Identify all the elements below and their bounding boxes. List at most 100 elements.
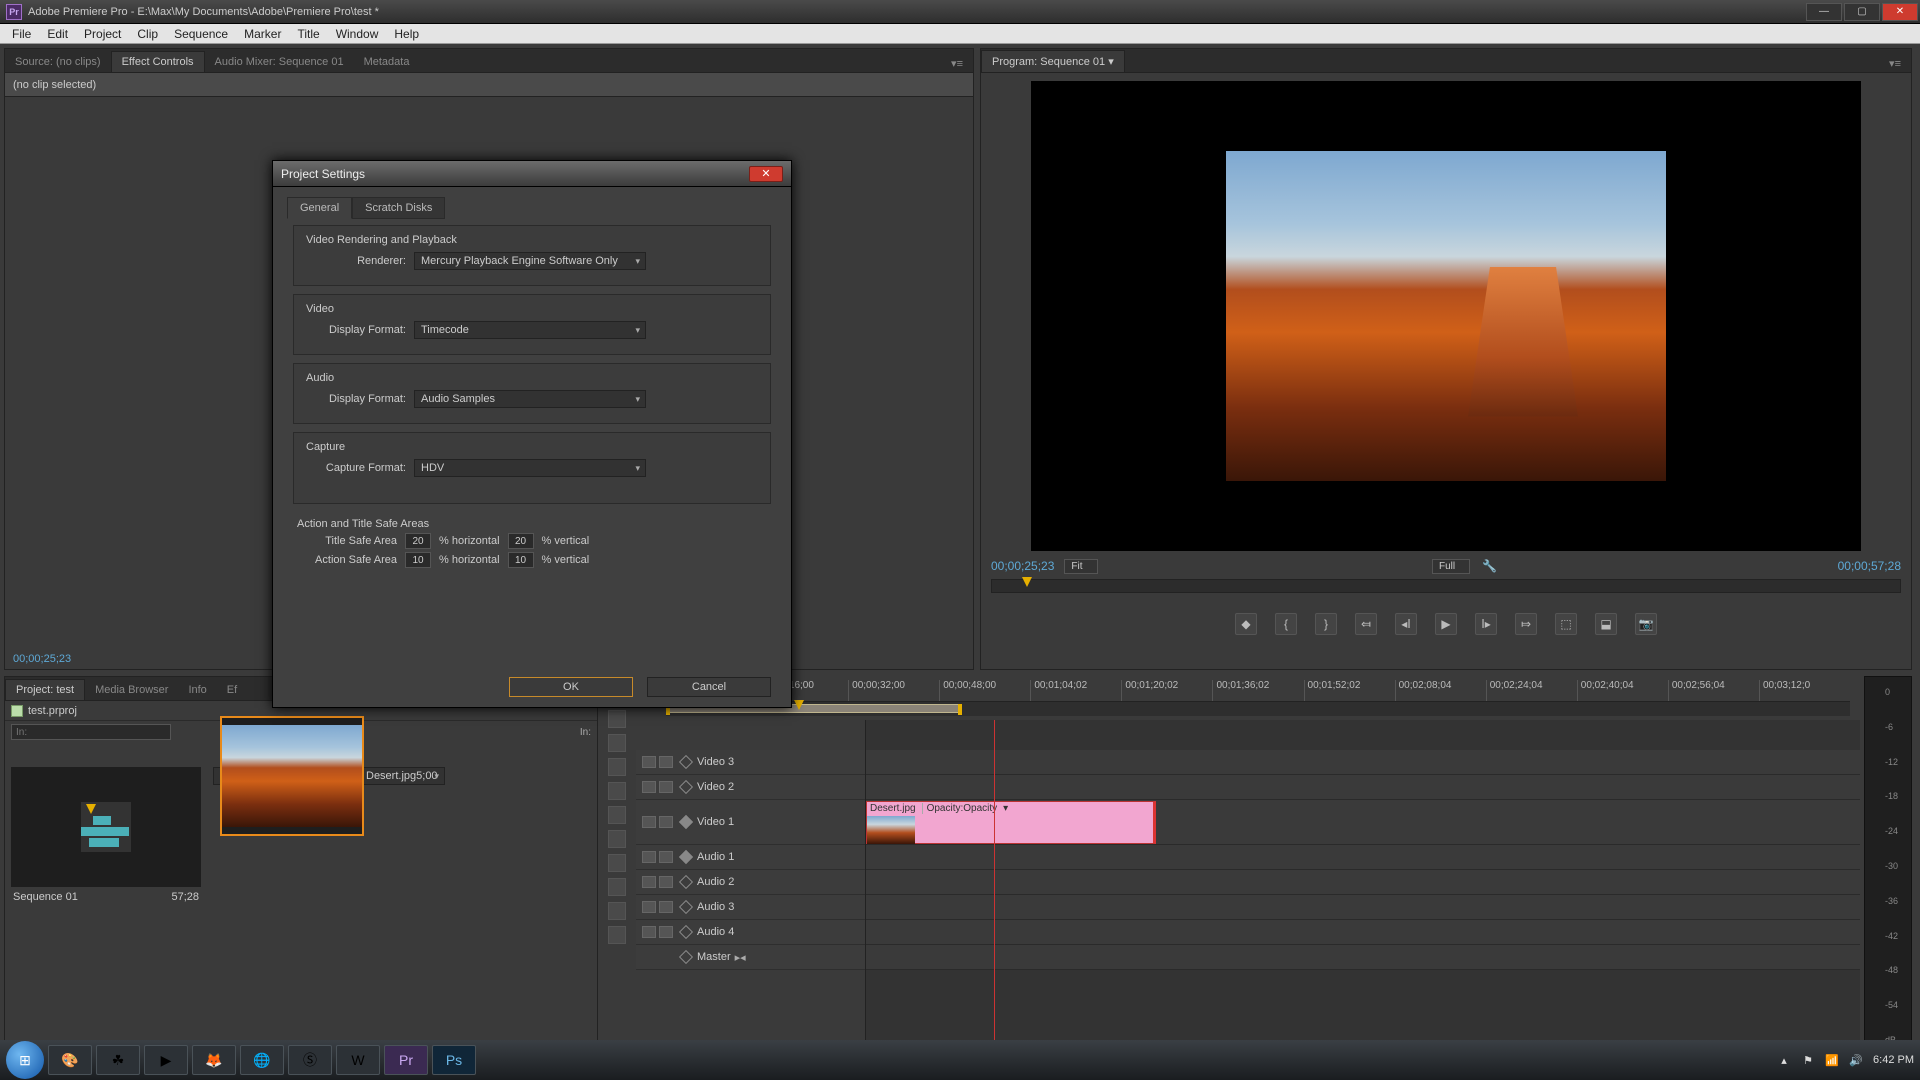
track-lane[interactable]: [866, 870, 1860, 895]
dialog-close-button[interactable]: ✕: [749, 166, 783, 182]
menu-window[interactable]: Window: [328, 25, 387, 43]
menu-sequence[interactable]: Sequence: [166, 25, 236, 43]
eye-icon[interactable]: [642, 816, 656, 828]
tray-network-icon[interactable]: 📶: [1825, 1053, 1839, 1067]
lift-button[interactable]: ⬚: [1555, 613, 1577, 635]
tab-project[interactable]: Project: test: [5, 679, 85, 700]
quality-select[interactable]: Full: [1432, 559, 1470, 574]
panel-menu-icon[interactable]: ▾≡: [947, 55, 967, 72]
menu-edit[interactable]: Edit: [39, 25, 76, 43]
tab-source[interactable]: Source: (no clips): [5, 52, 111, 72]
speaker-icon[interactable]: [642, 926, 656, 938]
tab-media-browser[interactable]: Media Browser: [85, 680, 178, 700]
tray-hidden-icons-button[interactable]: ▴: [1777, 1053, 1791, 1067]
capture-format-select[interactable]: HDV: [414, 459, 646, 477]
ok-button[interactable]: OK: [509, 677, 633, 697]
speaker-icon[interactable]: [642, 876, 656, 888]
menu-clip[interactable]: Clip: [129, 25, 166, 43]
go-to-in-button[interactable]: ⤆: [1355, 613, 1377, 635]
razor-tool[interactable]: [608, 806, 626, 824]
title-safe-h-input[interactable]: [405, 533, 431, 549]
audio-track-header[interactable]: Audio 3: [636, 895, 865, 920]
tab-effects[interactable]: Ef: [217, 680, 247, 700]
tray-flag-icon[interactable]: ⚑: [1801, 1053, 1815, 1067]
dialog-tab-general[interactable]: General: [287, 197, 352, 219]
eye-icon[interactable]: [642, 781, 656, 793]
speaker-icon[interactable]: [642, 851, 656, 863]
lock-icon[interactable]: [659, 876, 673, 888]
lock-icon[interactable]: [659, 901, 673, 913]
track-select-tool[interactable]: [608, 710, 626, 728]
lock-icon[interactable]: [659, 851, 673, 863]
extract-button[interactable]: ⬓: [1595, 613, 1617, 635]
add-marker-button[interactable]: ◆: [1235, 613, 1257, 635]
audio-track-header[interactable]: Audio 1: [636, 845, 865, 870]
pen-tool[interactable]: [608, 878, 626, 896]
window-close-button[interactable]: ✕: [1882, 3, 1918, 21]
panel-menu-icon[interactable]: ▾≡: [1885, 55, 1905, 72]
program-playhead-icon[interactable]: [1022, 577, 1032, 587]
rolling-edit-tool[interactable]: [608, 758, 626, 776]
title-safe-v-input[interactable]: [508, 533, 534, 549]
step-forward-button[interactable]: Ⅰ▸: [1475, 613, 1497, 635]
window-maximize-button[interactable]: ▢: [1844, 3, 1880, 21]
project-item-image[interactable]: Desert.jpg5;00: [213, 767, 445, 785]
project-search-input[interactable]: [11, 724, 171, 740]
tray-volume-icon[interactable]: 🔊: [1849, 1053, 1863, 1067]
timeline-clip[interactable]: Desert.jpgOpacity:Opacity▾: [866, 801, 1156, 844]
audio-track-header[interactable]: Audio 2: [636, 870, 865, 895]
disclosure-icon[interactable]: [679, 815, 693, 829]
menu-marker[interactable]: Marker: [236, 25, 289, 43]
eye-icon[interactable]: [642, 756, 656, 768]
play-button[interactable]: ▶: [1435, 613, 1457, 635]
track-lane[interactable]: [866, 920, 1860, 945]
lock-icon[interactable]: [659, 756, 673, 768]
taskbar-app[interactable]: Pr: [384, 1045, 428, 1075]
taskbar-app[interactable]: W: [336, 1045, 380, 1075]
program-timecode-duration[interactable]: 00;00;57;28: [1838, 559, 1901, 573]
master-track-header[interactable]: Master▸◂: [636, 945, 865, 970]
hand-tool[interactable]: [608, 902, 626, 920]
taskbar-app[interactable]: ☘: [96, 1045, 140, 1075]
mark-in-button[interactable]: {: [1275, 613, 1297, 635]
program-viewport[interactable]: [1031, 81, 1861, 551]
start-button[interactable]: ⊞: [6, 1041, 44, 1079]
track-lane[interactable]: [866, 895, 1860, 920]
lock-icon[interactable]: [659, 781, 673, 793]
work-area-bar[interactable]: [666, 702, 1850, 716]
go-to-out-button[interactable]: ⤇: [1515, 613, 1537, 635]
cancel-button[interactable]: Cancel: [647, 677, 771, 697]
disclosure-icon[interactable]: [679, 950, 693, 964]
disclosure-icon[interactable]: [679, 850, 693, 864]
source-timecode[interactable]: 00;00;25;23: [13, 653, 71, 665]
disclosure-icon[interactable]: [679, 780, 693, 794]
video-track-header[interactable]: Video 2: [636, 775, 865, 800]
zoom-tool[interactable]: [608, 926, 626, 944]
tab-audio-mixer[interactable]: Audio Mixer: Sequence 01: [205, 52, 354, 72]
rate-stretch-tool[interactable]: [608, 782, 626, 800]
taskbar-app[interactable]: 🎨: [48, 1045, 92, 1075]
track-lane[interactable]: [866, 945, 1860, 970]
disclosure-icon[interactable]: [679, 925, 693, 939]
slip-tool[interactable]: [608, 830, 626, 848]
step-back-button[interactable]: ◂Ⅰ: [1395, 613, 1417, 635]
speaker-icon[interactable]: [642, 901, 656, 913]
tab-program[interactable]: Program: Sequence 01 ▾: [981, 50, 1125, 72]
taskbar-app[interactable]: ▶: [144, 1045, 188, 1075]
tray-clock[interactable]: 6:42 PM: [1873, 1054, 1914, 1066]
clip-fx-menu-icon[interactable]: ▾: [1003, 803, 1008, 814]
audio-track-header[interactable]: Audio 4: [636, 920, 865, 945]
track-lane[interactable]: [866, 775, 1860, 800]
timeline-tracks-area[interactable]: Desert.jpgOpacity:Opacity▾: [866, 720, 1860, 1052]
ripple-edit-tool[interactable]: [608, 734, 626, 752]
tab-metadata[interactable]: Metadata: [354, 52, 420, 72]
video-format-select[interactable]: Timecode: [414, 321, 646, 339]
disclosure-icon[interactable]: [679, 755, 693, 769]
disclosure-icon[interactable]: [679, 875, 693, 889]
timeline-ruler[interactable]: 00;00 00;00;16;00 00;00;32;00 00;00;48;0…: [666, 680, 1850, 702]
taskbar-app[interactable]: Ⓢ: [288, 1045, 332, 1075]
track-lane[interactable]: Desert.jpgOpacity:Opacity▾: [866, 800, 1860, 845]
track-lane[interactable]: [866, 845, 1860, 870]
menu-project[interactable]: Project: [76, 25, 129, 43]
lock-icon[interactable]: [659, 816, 673, 828]
